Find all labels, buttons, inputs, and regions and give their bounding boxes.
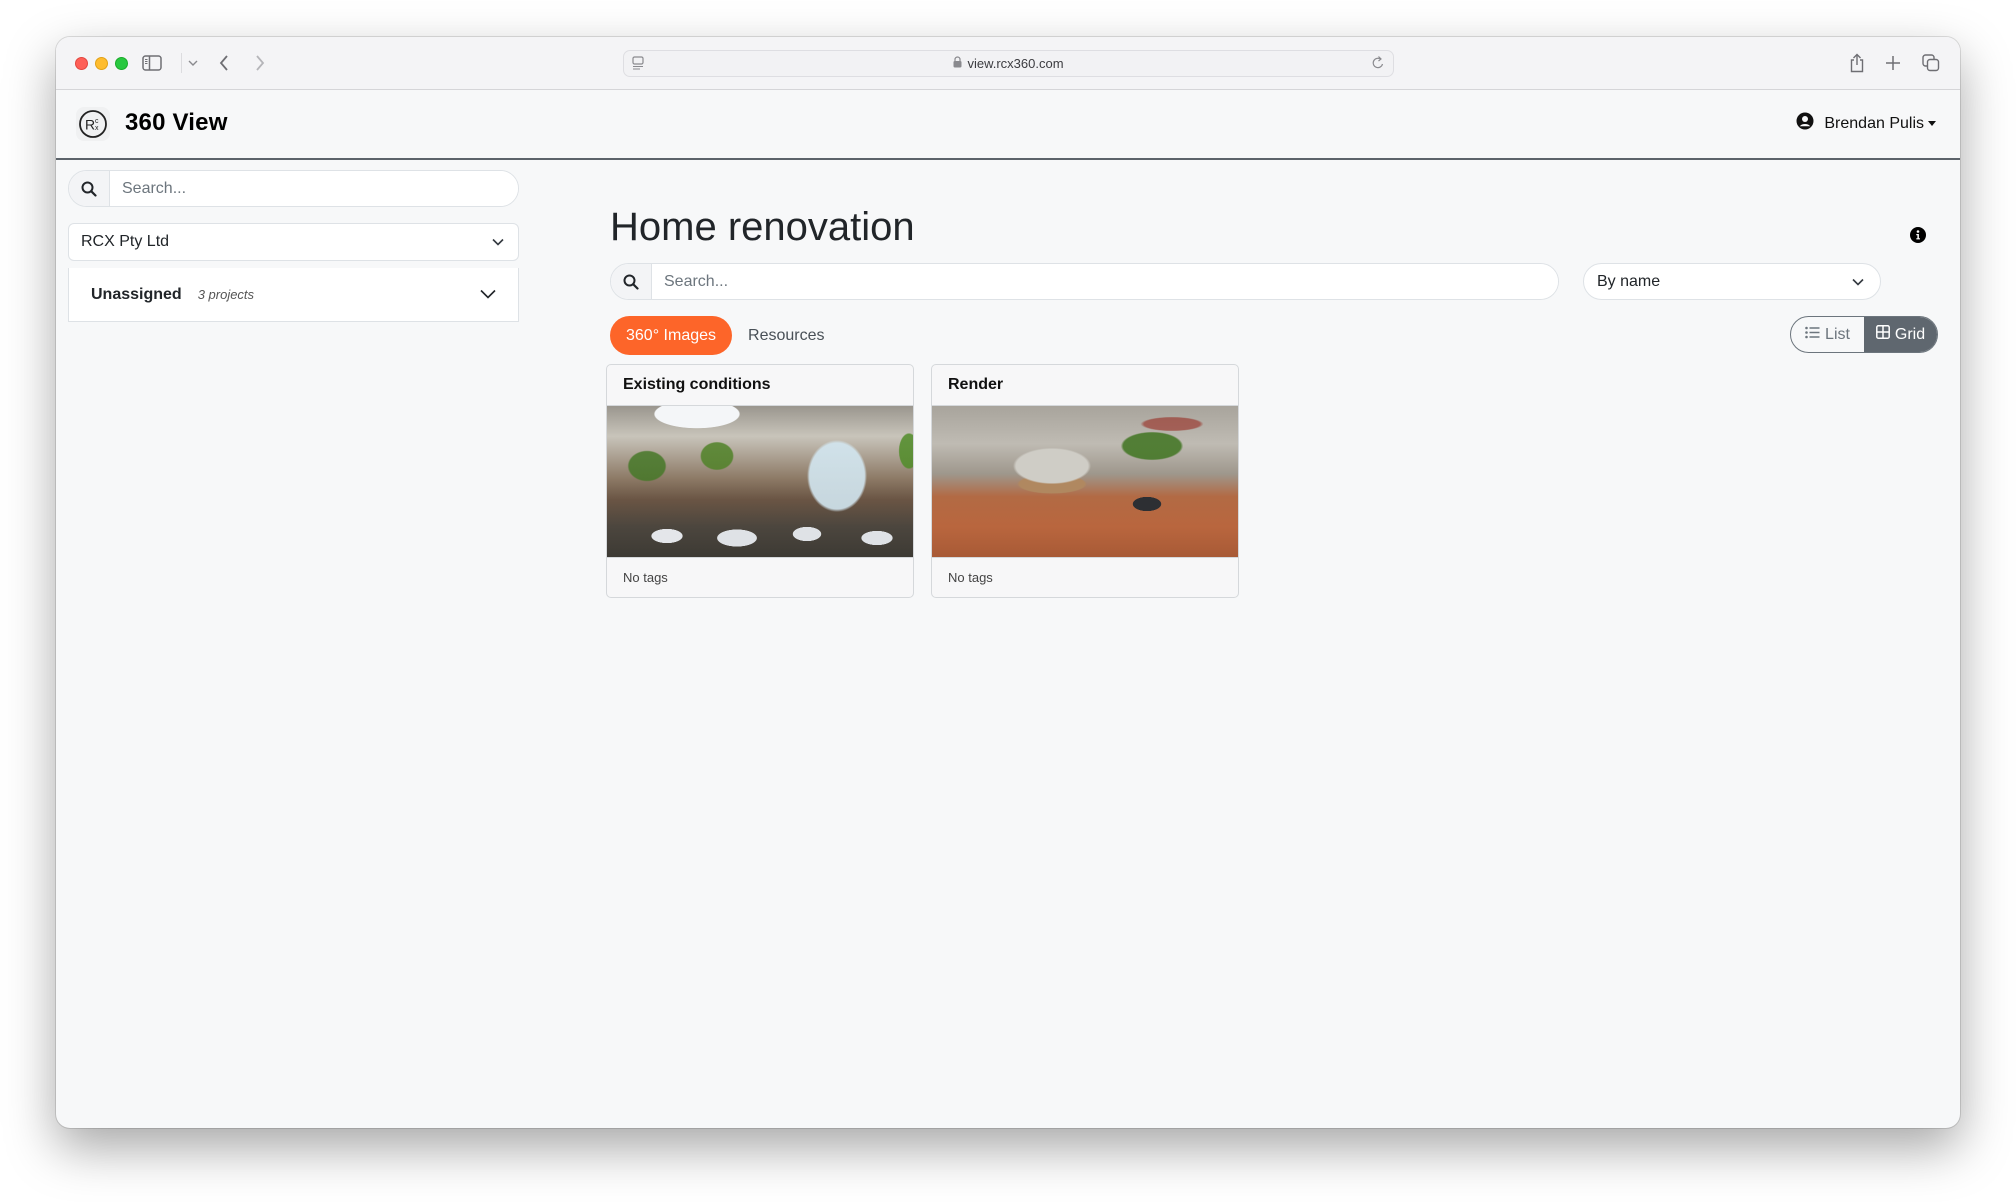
card-title: Render [932,365,1238,406]
tab-360-images[interactable]: 360° Images [610,316,733,355]
project-group-unassigned[interactable]: Unassigned 3 projects [68,268,519,322]
app-header: R c x 360 View Brendan Pulis [56,90,1960,160]
address-bar[interactable]: view.rcx360.com [623,50,1394,77]
user-name: Brendan Pulis [1824,114,1924,132]
list-icon [1805,326,1820,344]
main-search [610,263,1559,300]
card-title: Existing conditions [607,365,913,406]
search-icon [69,171,110,206]
image-card[interactable]: Render No tags [931,364,1239,598]
svg-text:x: x [95,125,99,132]
main-search-input[interactable] [652,264,1558,299]
user-circle-icon [1796,112,1814,135]
url-text: view.rcx360.com [967,56,1064,71]
image-grid: Existing conditions No tags Render No ta… [606,364,1239,598]
card-tags: No tags [932,557,1238,597]
toolbar-divider [181,53,182,73]
chevron-left-icon[interactable] [214,51,234,75]
chevron-down-icon [492,233,504,251]
close-window-button[interactable] [75,57,88,70]
panorama-thumbnail[interactable] [932,406,1238,557]
sidebar-search-input[interactable] [110,171,518,206]
page-menu-icon[interactable] [632,56,644,75]
app-title[interactable]: 360 View [125,109,228,137]
user-menu[interactable]: Brendan Pulis [1796,112,1936,135]
tab-overview-icon[interactable] [1920,51,1942,75]
tab-resources[interactable]: Resources [732,316,840,355]
list-view-label: List [1825,325,1850,343]
minimize-window-button[interactable] [95,57,108,70]
info-icon[interactable] [1910,227,1926,248]
sidebar-search [68,170,519,207]
lock-icon [953,56,962,71]
search-icon [611,264,652,299]
group-title: Unassigned [91,285,182,303]
grid-icon [1875,325,1890,344]
company-select[interactable]: RCX Pty Ltd [68,223,519,261]
page-title: Home renovation [610,205,915,249]
svg-text:c: c [95,118,99,125]
plus-icon[interactable] [1883,51,1903,75]
company-select-value: RCX Pty Ltd [81,233,170,250]
share-icon[interactable] [1847,51,1867,75]
group-count: 3 projects [197,287,255,302]
sort-select-value: By name [1597,272,1661,290]
caret-down-icon [1928,121,1936,126]
browser-toolbar: view.rcx360.com [56,37,1960,90]
sort-select[interactable]: By name [1583,263,1881,300]
view-toggle: List Grid [1790,316,1938,353]
rcx-logo-icon[interactable]: R c x [76,107,110,141]
sidebar-icon[interactable] [140,51,164,75]
image-card[interactable]: Existing conditions No tags [606,364,914,598]
list-view-button[interactable]: List [1791,317,1864,352]
chevron-right-icon[interactable] [250,51,270,75]
chevron-down-icon[interactable] [186,51,200,75]
browser-window: view.rcx360.com R c x 360 View Brendan P… [56,37,1960,1128]
grid-view-label: Grid [1894,325,1926,343]
svg-text:R: R [85,117,95,133]
chevron-down-icon [480,286,496,304]
reload-icon[interactable] [1371,55,1385,74]
content-tabs: 360° Images Resources [610,316,841,355]
sidebar: RCX Pty Ltd Unassigned 3 projects [68,170,519,322]
zoom-window-button[interactable] [115,57,128,70]
chevron-down-icon [1852,273,1864,291]
grid-view-button[interactable]: Grid [1864,317,1937,352]
card-tags: No tags [607,557,913,597]
panorama-thumbnail[interactable] [607,406,913,557]
